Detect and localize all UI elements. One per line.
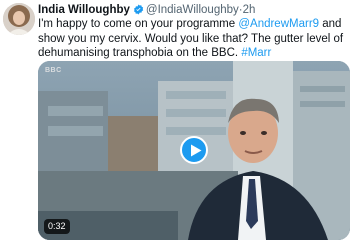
tweet-text: I'm happy to come on your programme @And… bbox=[38, 17, 350, 61]
author-handle[interactable]: @IndiaWilloughby bbox=[146, 4, 239, 16]
hashtag-link[interactable]: #Marr bbox=[241, 47, 271, 59]
play-button[interactable] bbox=[180, 136, 208, 164]
avatar[interactable] bbox=[3, 3, 35, 35]
mention-link[interactable]: @AndrewMarr9 bbox=[238, 18, 319, 30]
tweet-text-part1: I'm happy to come on your programme bbox=[38, 18, 239, 30]
video-player[interactable]: BBC 0:32 bbox=[38, 61, 350, 240]
play-icon bbox=[191, 144, 202, 157]
bbc-logo: BBC bbox=[45, 67, 62, 74]
author-name[interactable]: India Willoughby bbox=[38, 4, 130, 16]
timestamp[interactable]: 2h bbox=[243, 4, 256, 16]
video-duration-badge: 0:32 bbox=[44, 219, 70, 234]
